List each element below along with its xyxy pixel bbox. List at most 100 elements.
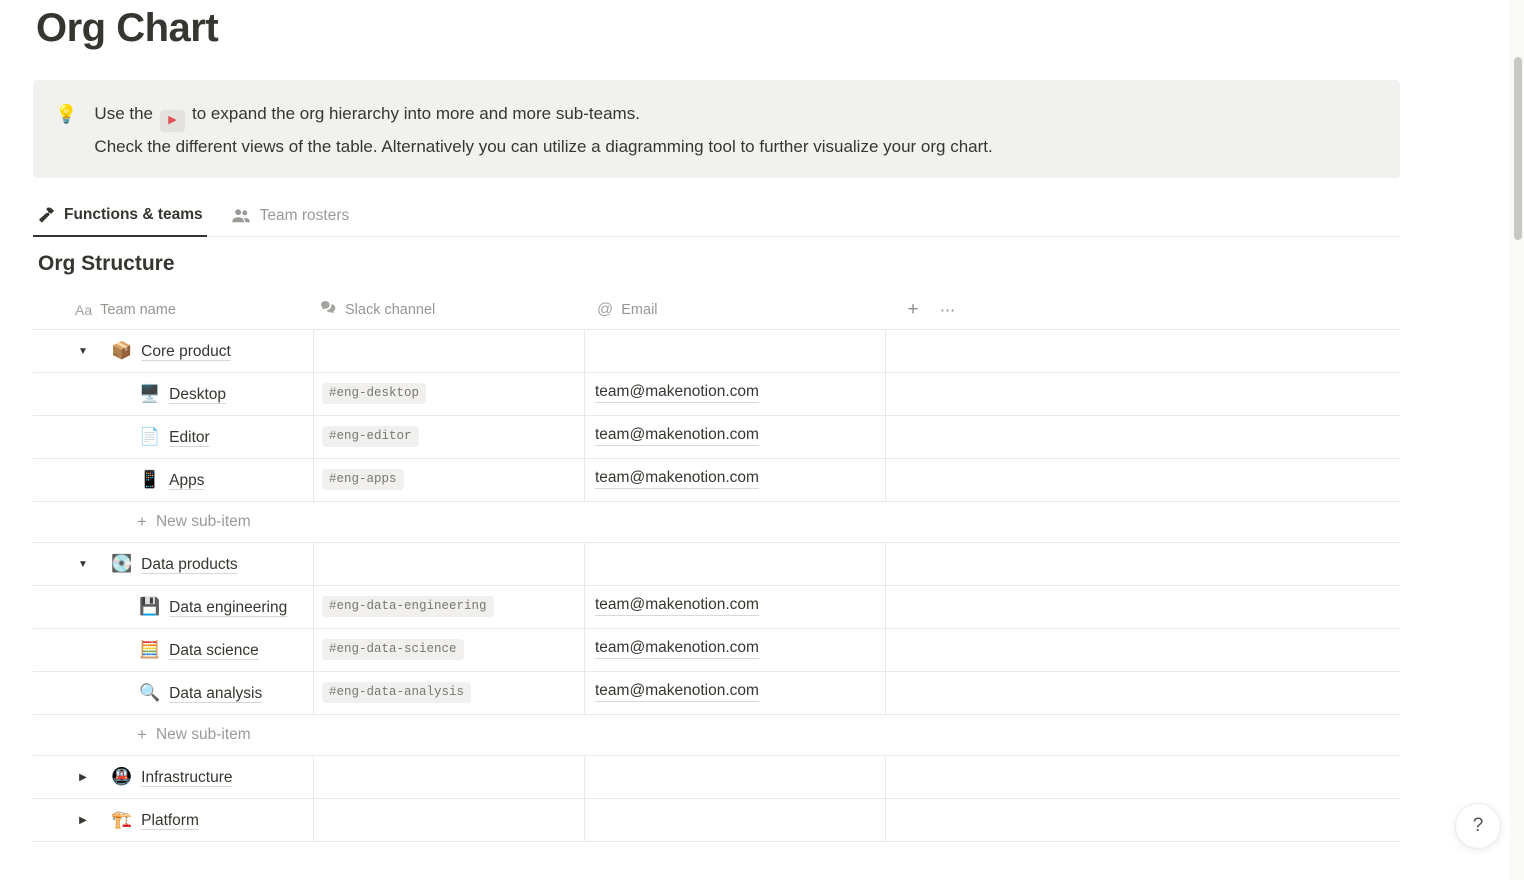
help-button[interactable]: ?: [1455, 803, 1501, 849]
team-page-link[interactable]: 📄Editor: [139, 429, 210, 446]
slack-channel-tag[interactable]: #eng-apps: [322, 469, 404, 490]
team-name-cell: 💾Data engineering: [33, 586, 314, 628]
table-header: Aa Team name Slack channel @ Email + ⋯: [33, 290, 1400, 330]
team-page-link[interactable]: 🧮Data science: [139, 642, 259, 659]
hammer-icon: [37, 206, 55, 224]
table-row: 💾Data engineering #eng-data-engineering te…: [33, 586, 1400, 629]
column-header-email[interactable]: @ Email: [585, 290, 886, 329]
tab-label: Team rosters: [260, 207, 350, 225]
slack-channel-tag[interactable]: #eng-editor: [322, 426, 419, 447]
collapse-toggle-icon[interactable]: ▼: [71, 339, 95, 364]
table-row: 🖥️Desktop #eng-desktop team@makenotion.com: [33, 373, 1400, 416]
team-page-link[interactable]: 🏗️Platform: [111, 807, 199, 833]
plus-icon: +: [137, 512, 147, 532]
lightbulb-icon: 💡: [55, 99, 77, 178]
email-link[interactable]: team@makenotion.com: [595, 469, 759, 489]
people-icon: [231, 207, 251, 224]
table-row: 📱Apps #eng-apps team@makenotion.com: [33, 459, 1400, 502]
callout-line1-prefix: Use the: [94, 104, 153, 123]
email-cell[interactable]: team@makenotion.com: [585, 416, 886, 458]
team-name-cell: ▼ 💽Data products: [33, 543, 314, 585]
more-options-button[interactable]: ⋯: [940, 301, 957, 319]
email-link[interactable]: team@makenotion.com: [595, 682, 759, 702]
table-row: ▼ 💽Data products: [33, 543, 1400, 586]
scrollbar-thumb[interactable]: [1514, 57, 1522, 240]
team-emoji-icon: 💽: [111, 554, 132, 573]
slack-channel-tag[interactable]: #eng-desktop: [322, 383, 426, 404]
slack-channel-cell[interactable]: #eng-data-analysis: [314, 672, 585, 714]
notion-page: Org Chart 💡 Use the▶to expand the org hi…: [0, 0, 1524, 880]
team-page-link[interactable]: 📱Apps: [139, 472, 205, 489]
table-row: 📄Editor #eng-editor team@makenotion.com: [33, 416, 1400, 459]
email-cell[interactable]: team@makenotion.com: [585, 459, 886, 501]
new-sub-item-button[interactable]: +New sub-item: [33, 502, 1400, 542]
team-name-cell: ▼ 📦Core product: [33, 330, 314, 372]
empty-cell: [886, 799, 1400, 841]
slack-channel-tag[interactable]: #eng-data-science: [322, 639, 464, 660]
team-page-link[interactable]: 💽Data products: [111, 551, 238, 577]
slack-channel-cell[interactable]: #eng-data-engineering: [314, 586, 585, 628]
column-label: Email: [621, 302, 657, 318]
table-row: 🧮Data science #eng-data-science team@maken…: [33, 629, 1400, 672]
column-header-slack-channel[interactable]: Slack channel: [314, 290, 585, 329]
email-cell[interactable]: [585, 543, 886, 585]
slack-channel-cell[interactable]: #eng-apps: [314, 459, 585, 501]
view-tabs: Functions & teams Team rosters: [33, 195, 1400, 237]
team-name-cell: 🧮Data science: [33, 629, 314, 671]
email-cell[interactable]: team@makenotion.com: [585, 586, 886, 628]
slack-channel-cell[interactable]: #eng-data-science: [314, 629, 585, 671]
table-row: 🔍Data analysis #eng-data-analysis team@mak…: [33, 672, 1400, 715]
expand-toggle-icon[interactable]: ▶: [71, 808, 95, 833]
slack-channel-cell[interactable]: #eng-editor: [314, 416, 585, 458]
callout-line1-suffix: to expand the org hierarchy into more an…: [192, 104, 640, 123]
add-column-button[interactable]: +: [902, 299, 924, 321]
slack-channel-cell[interactable]: [314, 543, 585, 585]
team-page-link[interactable]: 🔍Data analysis: [139, 685, 262, 702]
speech-bubbles-icon: [320, 300, 337, 319]
team-name-text: Data science: [169, 642, 259, 659]
team-page-link[interactable]: 🚇Infrastructure: [111, 764, 232, 790]
slack-channel-cell[interactable]: [314, 799, 585, 841]
team-page-link[interactable]: 🖥️Desktop: [139, 386, 226, 403]
table-row: ▶ 🚇Infrastructure: [33, 756, 1400, 799]
slack-channel-cell[interactable]: [314, 756, 585, 798]
empty-cell: [886, 672, 1400, 714]
collapse-toggle-icon[interactable]: ▼: [71, 552, 95, 577]
team-page-link[interactable]: 📦Core product: [111, 338, 231, 364]
email-link[interactable]: team@makenotion.com: [595, 596, 759, 616]
email-link[interactable]: team@makenotion.com: [595, 639, 759, 659]
team-emoji-icon: 📱: [139, 470, 160, 489]
tab-functions-and-teams[interactable]: Functions & teams: [33, 195, 207, 237]
email-link[interactable]: team@makenotion.com: [595, 383, 759, 403]
email-cell[interactable]: team@makenotion.com: [585, 672, 886, 714]
email-cell[interactable]: team@makenotion.com: [585, 629, 886, 671]
empty-cell: [886, 459, 1400, 501]
team-emoji-icon: 🖥️: [139, 384, 160, 403]
new-sub-item-row: +New sub-item: [33, 502, 1400, 543]
team-name-text: Platform: [141, 812, 199, 829]
email-link[interactable]: team@makenotion.com: [595, 426, 759, 446]
email-cell[interactable]: [585, 330, 886, 372]
team-name-text: Data analysis: [169, 685, 262, 702]
expand-toggle-icon[interactable]: ▶: [71, 765, 95, 790]
team-emoji-icon: 📦: [111, 341, 132, 360]
plus-icon: +: [137, 725, 147, 745]
new-sub-item-button[interactable]: +New sub-item: [33, 715, 1400, 755]
slack-channel-cell[interactable]: [314, 330, 585, 372]
table-rows: ▼ 📦Core product 🖥️Desktop #eng-desktop team@…: [33, 330, 1400, 842]
empty-cell: [886, 756, 1400, 798]
email-cell[interactable]: [585, 799, 886, 841]
column-header-team-name[interactable]: Aa Team name: [33, 290, 314, 329]
team-emoji-icon: 🚇: [111, 767, 132, 786]
slack-channel-tag[interactable]: #eng-data-analysis: [322, 682, 471, 703]
email-cell[interactable]: team@makenotion.com: [585, 373, 886, 415]
team-page-link[interactable]: 💾Data engineering: [139, 599, 287, 616]
team-name-text: Data engineering: [169, 599, 287, 616]
email-cell[interactable]: [585, 756, 886, 798]
slack-channel-cell[interactable]: #eng-desktop: [314, 373, 585, 415]
empty-cell: [886, 373, 1400, 415]
tab-team-rosters[interactable]: Team rosters: [227, 195, 354, 236]
slack-channel-tag[interactable]: #eng-data-engineering: [322, 596, 494, 617]
title-property-icon: Aa: [75, 302, 92, 318]
empty-cell: [886, 586, 1400, 628]
